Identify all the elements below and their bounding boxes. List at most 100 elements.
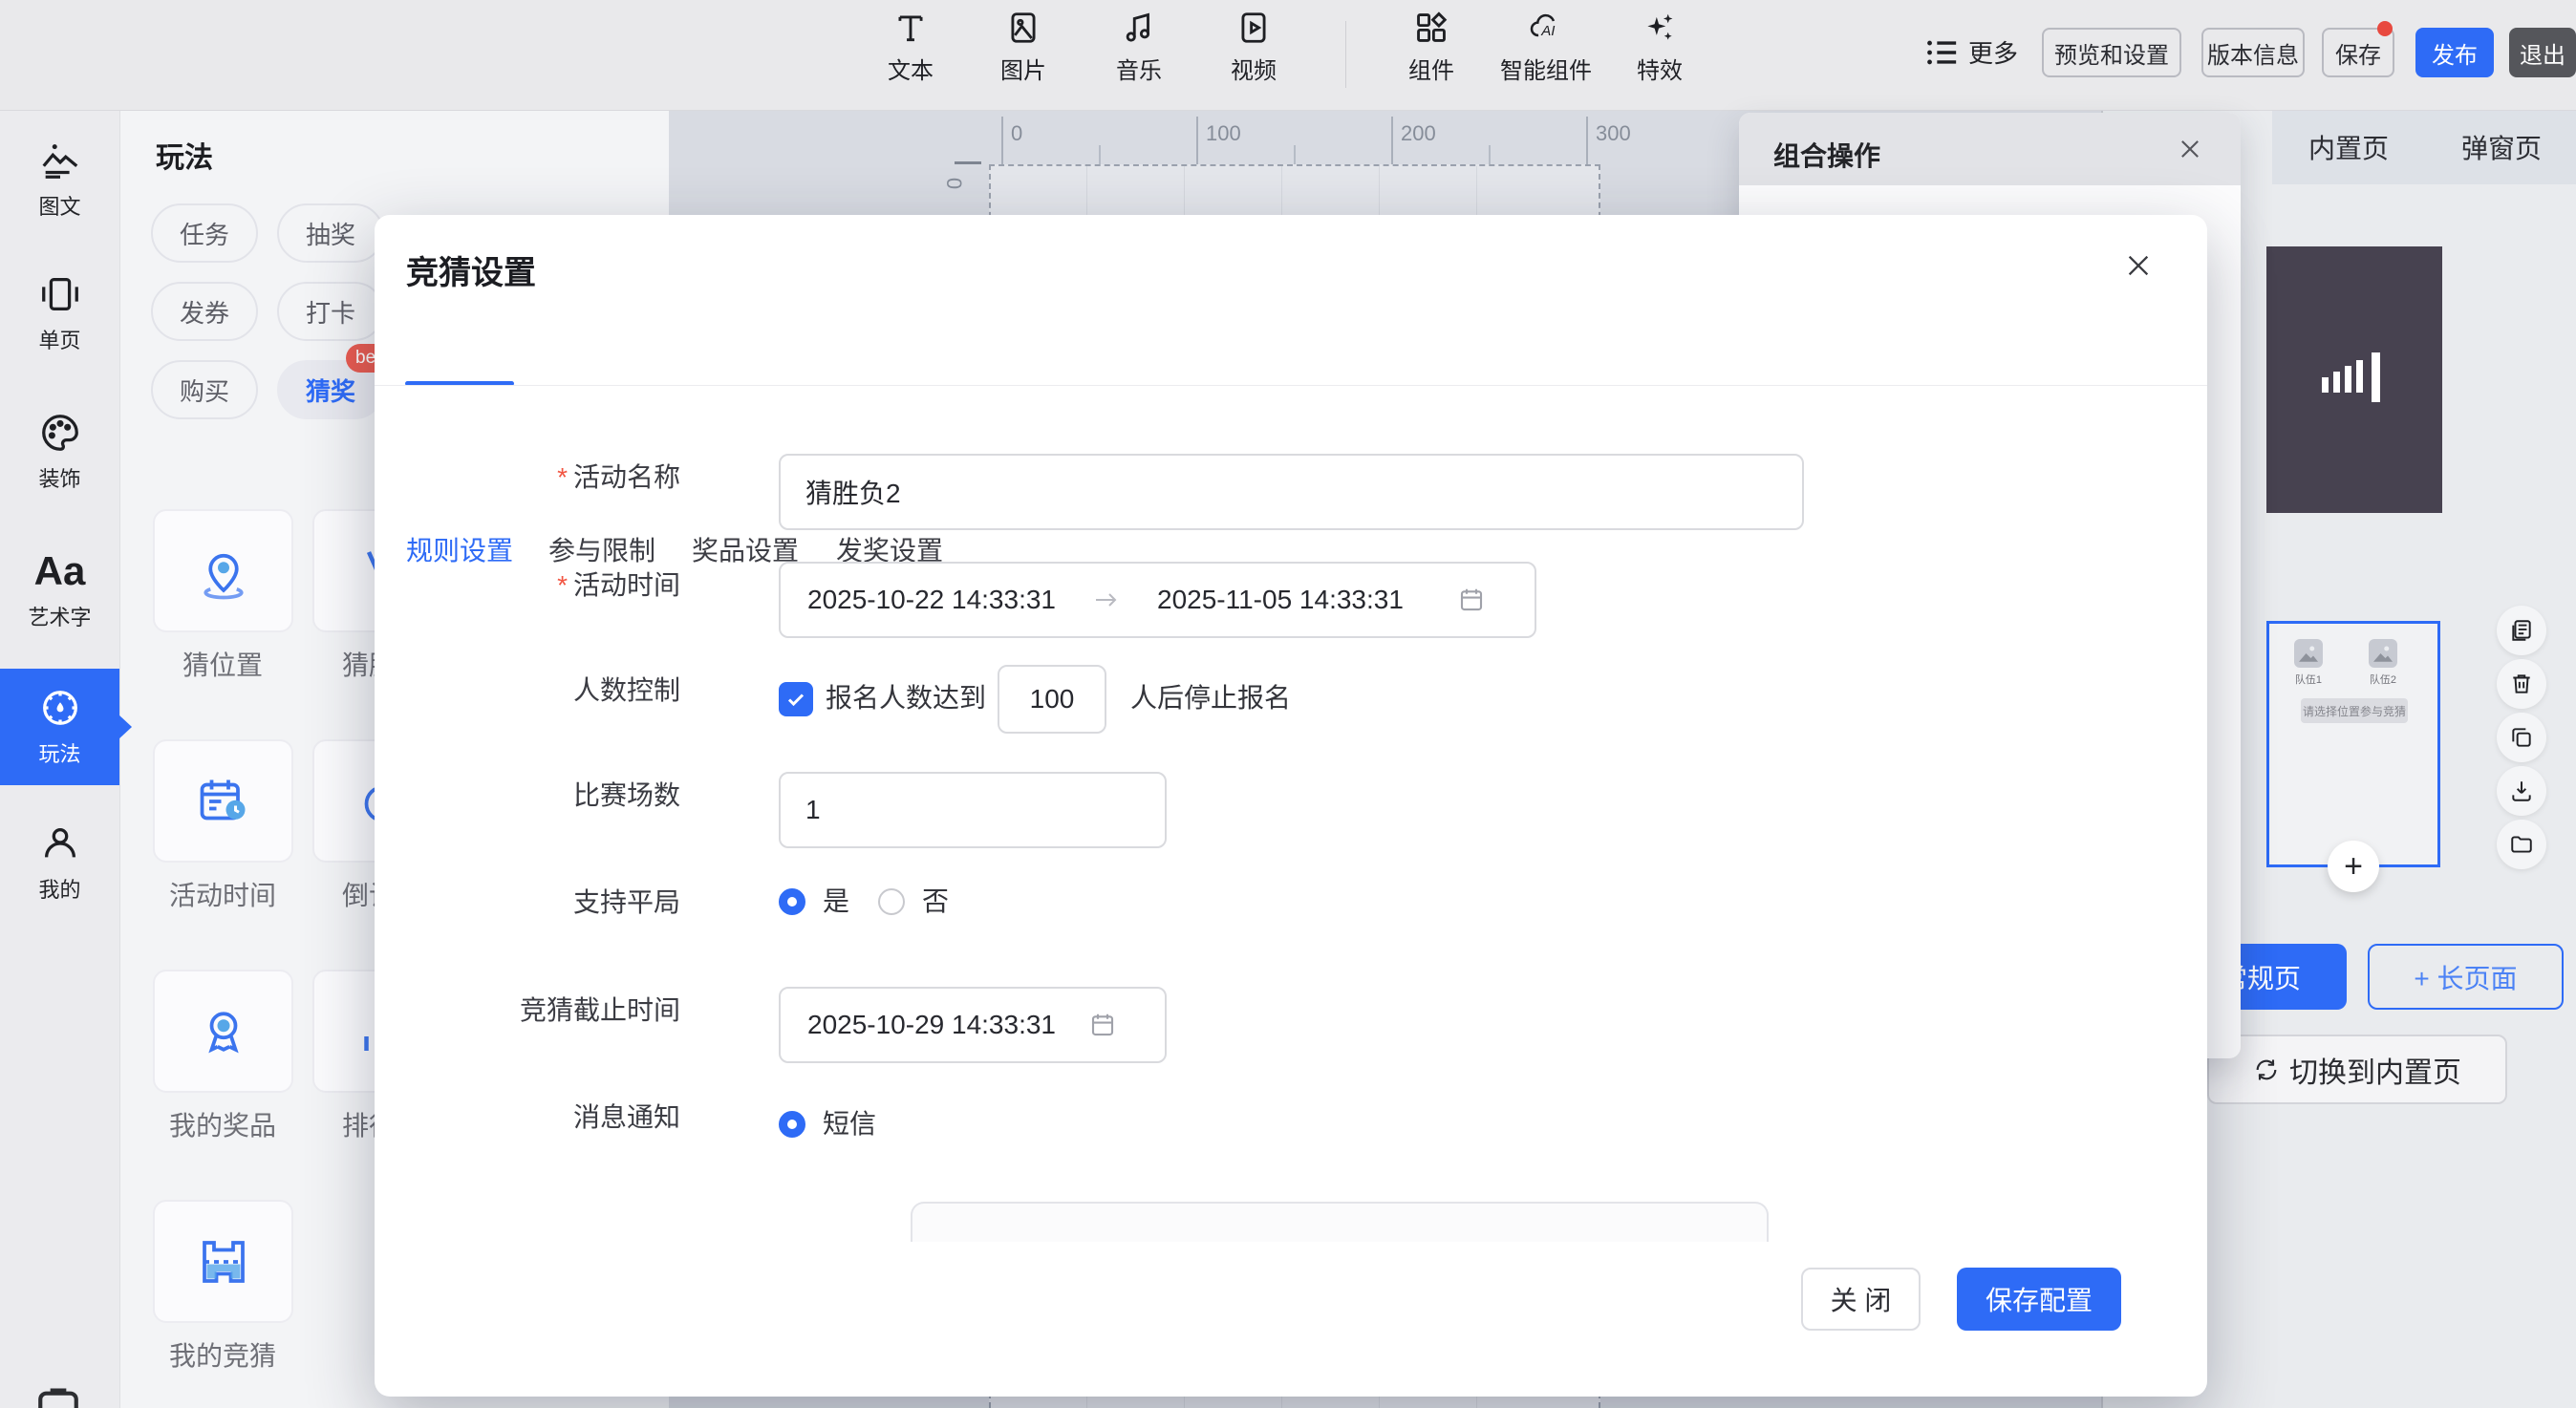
toolbar-divider — [1345, 21, 1346, 88]
download-page-button[interactable] — [2497, 766, 2546, 816]
add-page-section-button[interactable]: + — [2328, 841, 2379, 892]
switch-to-builtin-button[interactable]: 切换到内置页 — [2207, 1035, 2507, 1104]
tool-music[interactable]: 音乐 — [1081, 10, 1197, 103]
tabs-divider — [375, 385, 2207, 386]
pill-checkin[interactable]: 打卡 — [277, 282, 384, 341]
copy-page-button[interactable] — [2497, 606, 2546, 655]
calendar-icon — [1088, 1011, 1117, 1039]
refresh-icon — [2253, 1056, 2280, 1083]
calendar-clock-icon — [195, 773, 252, 830]
card-my-guesses[interactable] — [153, 1200, 293, 1323]
tab-builtin-page[interactable]: 内置页 — [2272, 110, 2425, 184]
preview-settings-button[interactable]: 预览和设置 — [2042, 28, 2181, 77]
plays-panel-title: 玩法 — [156, 134, 213, 176]
tool-effects[interactable]: 特效 — [1601, 10, 1718, 103]
page-thumbnail-selected[interactable]: 队伍1 队伍2 请选择位置参与竞猜 — [2266, 621, 2440, 867]
sidebar-item-plays[interactable]: 玩法 — [0, 669, 119, 785]
modal-close-button[interactable]: 关 闭 — [1801, 1268, 1921, 1331]
partial-bottom-icon[interactable] — [34, 1387, 82, 1408]
save-notification-dot — [2377, 21, 2393, 36]
card-label: 我的竞猜 — [127, 1335, 318, 1374]
tool-ai-components[interactable]: AI 智能组件 — [1488, 10, 1604, 103]
gauge-icon — [38, 686, 82, 730]
download-icon — [2509, 779, 2534, 803]
music-icon — [1121, 10, 1157, 46]
card-guess-location[interactable] — [153, 509, 293, 632]
card-my-prizes[interactable] — [153, 970, 293, 1093]
modal-save-config-button[interactable]: 保存配置 — [1957, 1268, 2121, 1331]
card-activity-time[interactable] — [153, 739, 293, 863]
ai-cloud-icon: AI — [1528, 10, 1564, 46]
guess-settings-modal: 竞猜设置 规则设置 参与限制 奖品设置 发奖设置 *活动名称 猜胜负2 *活动时… — [375, 215, 2207, 1397]
add-long-page-button[interactable]: + 长页面 — [2368, 944, 2564, 1010]
sidebar-item-page[interactable]: 单页 — [0, 272, 119, 354]
modal-close-icon[interactable] — [2123, 250, 2154, 281]
folder-icon — [2509, 832, 2534, 857]
sidebar-item-decoration[interactable]: 装饰 — [0, 411, 119, 493]
count-label: 人数控制 — [432, 672, 680, 710]
pill-purchase[interactable]: 购买 — [151, 360, 258, 419]
team1-label: 队伍1 — [2280, 672, 2337, 687]
tab-popup-page[interactable]: 弹窗页 — [2425, 110, 2576, 184]
editor-app: 0 100 200 300 0 内置页 弹窗页 — [0, 0, 2576, 1408]
duplicate-page-button[interactable] — [2497, 713, 2546, 762]
vertical-ruler-tick: 0 — [941, 178, 966, 189]
deadline-picker[interactable]: 2025-10-29 14:33:31 — [779, 987, 1167, 1063]
ruler-corner-line — [955, 161, 981, 164]
count-suffix: 人后停止报名 — [1130, 685, 1291, 712]
partial-content-box — [911, 1202, 1769, 1242]
sidebar-item-media[interactable]: 图文 — [0, 139, 119, 221]
draw-yes-label: 是 — [823, 888, 849, 915]
time-label: *活动时间 — [432, 566, 680, 605]
page-thumbnail-dark[interactable] — [2266, 246, 2442, 513]
combo-close-icon[interactable] — [2177, 136, 2203, 162]
ruler-tick-100: 100 — [1206, 121, 1241, 146]
volume-icon — [2322, 354, 2389, 404]
text-icon — [892, 10, 929, 46]
activity-name-input[interactable]: 猜胜负2 — [779, 454, 1804, 530]
count-checkbox[interactable] — [779, 682, 813, 716]
main-sidebar: 图文 单页 装饰 Aa 艺术字 — [0, 110, 120, 1408]
image-text-icon — [38, 139, 82, 182]
tool-text[interactable]: 文本 — [852, 10, 969, 103]
calendar-icon — [1457, 586, 1486, 614]
count-input[interactable]: 100 — [998, 665, 1106, 734]
combo-panel-header: 组合操作 — [1739, 113, 2241, 185]
delete-page-button[interactable] — [2497, 659, 2546, 709]
range-arrow-icon — [1094, 592, 1119, 608]
person-icon — [38, 821, 82, 865]
castle-icon — [195, 1233, 252, 1291]
trash-icon — [2509, 672, 2534, 696]
tool-components[interactable]: 组件 — [1373, 10, 1490, 103]
publish-button[interactable]: 发布 — [2415, 28, 2494, 77]
wordart-icon: Aa — [34, 549, 86, 593]
rounds-input[interactable]: 1 — [779, 772, 1167, 848]
palette-icon — [38, 411, 82, 455]
rounds-label: 比赛场数 — [432, 777, 680, 815]
single-page-icon — [38, 272, 82, 316]
exit-button[interactable]: 退出 — [2509, 28, 2576, 77]
pill-task[interactable]: 任务 — [151, 203, 258, 263]
activity-time-range-picker[interactable]: 2025-10-22 14:33:31 2025-11-05 14:33:31 — [779, 562, 1536, 638]
video-icon — [1235, 10, 1272, 46]
tool-image[interactable]: 图片 — [965, 10, 1082, 103]
tool-video[interactable]: 视频 — [1195, 10, 1312, 103]
folder-button[interactable] — [2497, 820, 2546, 869]
sidebar-item-mine[interactable]: 我的 — [0, 821, 119, 904]
location-pin-icon — [195, 543, 252, 600]
count-prefix: 报名人数达到 — [826, 685, 986, 712]
pill-coupon[interactable]: 发券 — [151, 282, 258, 341]
draw-no-radio[interactable] — [878, 888, 905, 915]
version-info-button[interactable]: 版本信息 — [2201, 28, 2305, 77]
draw-yes-radio[interactable] — [779, 888, 805, 915]
check-icon — [784, 688, 807, 711]
more-menu[interactable]: 更多 — [1926, 34, 2018, 70]
notify-sms-radio[interactable] — [779, 1111, 805, 1138]
team1-placeholder-icon — [2294, 639, 2323, 668]
sidebar-item-wordart[interactable]: Aa 艺术字 — [0, 549, 119, 631]
sparkles-icon — [1642, 10, 1678, 46]
top-toolbar: 文本 图片 音乐 视频 — [0, 0, 2576, 111]
pill-lottery[interactable]: 抽奖 — [277, 203, 384, 263]
combo-panel-title: 组合操作 — [1773, 136, 1880, 174]
draw-label: 支持平局 — [432, 884, 680, 922]
